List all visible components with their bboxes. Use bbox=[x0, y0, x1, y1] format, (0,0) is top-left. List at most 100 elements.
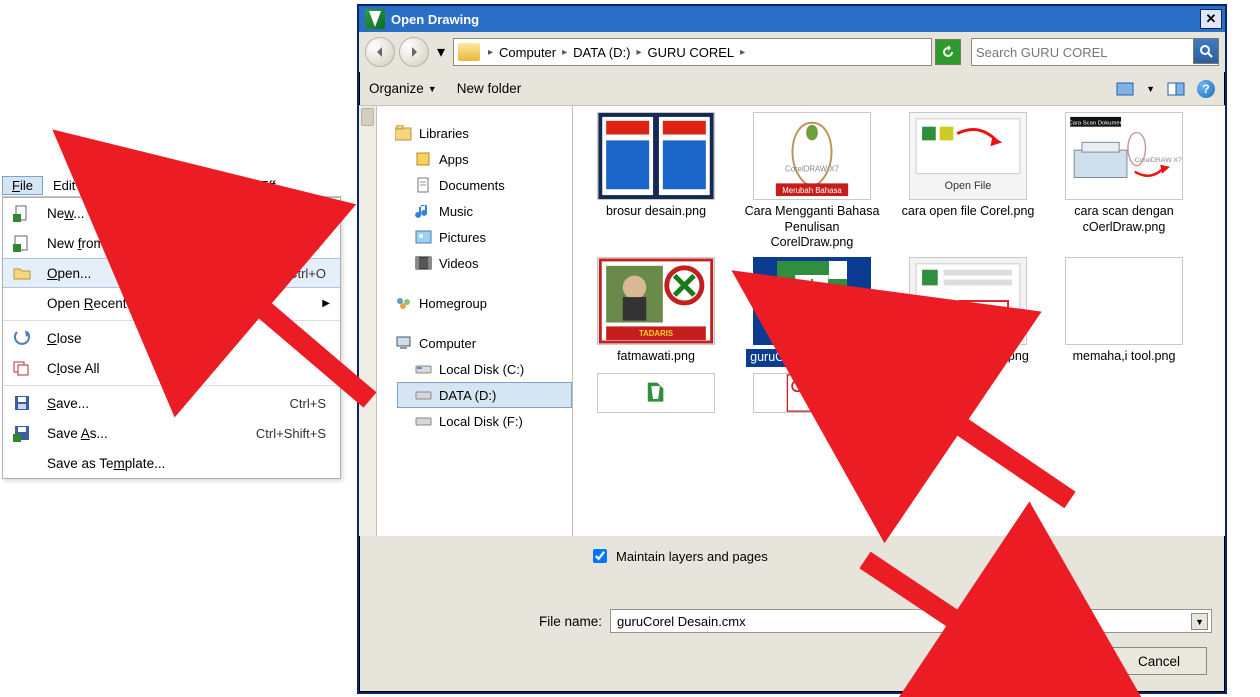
dialog-close-button[interactable]: ✕ bbox=[1200, 9, 1222, 29]
file-name: fatmawati.png bbox=[617, 349, 695, 365]
nav-toolbar: ▾ ▸ Computer▸ DATA (D:)▸ GURU COREL▸ Sea… bbox=[359, 32, 1225, 72]
close-icon bbox=[13, 329, 31, 347]
maintain-layers-checkbox[interactable]: Maintain layers and pages bbox=[589, 546, 768, 566]
tree-pictures[interactable]: Pictures bbox=[397, 224, 572, 250]
nav-history-dropdown[interactable]: ▾ bbox=[433, 37, 449, 67]
tree-datad[interactable]: DATA (D:) bbox=[397, 382, 572, 408]
cancel-button[interactable]: Cancel bbox=[1111, 647, 1207, 675]
file-list[interactable]: brosur desain.png Merubah BahasaCorelDRAW… bbox=[573, 106, 1225, 536]
svg-text:CorelDRAW X7: CorelDRAW X7 bbox=[785, 165, 839, 174]
folder-tree[interactable]: Libraries Apps Documents Music Pictures … bbox=[377, 106, 573, 536]
menu-new-from-template[interactable]: New from Template... bbox=[3, 228, 340, 258]
menu-edit[interactable]: Edit bbox=[43, 176, 85, 195]
search-icon[interactable] bbox=[1193, 38, 1219, 64]
file-item[interactable]: memaha,i tool.png bbox=[1051, 257, 1197, 367]
maintain-layers-input[interactable] bbox=[593, 549, 607, 563]
refresh-button[interactable] bbox=[935, 39, 961, 65]
organize-button[interactable]: Organize ▼ bbox=[369, 81, 437, 96]
tree-libraries[interactable]: Libraries bbox=[377, 120, 572, 146]
chevron-down-icon: ▼ bbox=[1191, 613, 1208, 630]
save-as-icon bbox=[13, 424, 31, 442]
menu-save-as-template[interactable]: Save as Template... bbox=[3, 448, 340, 478]
tree-apps[interactable]: Apps bbox=[397, 146, 572, 172]
save-icon bbox=[13, 394, 31, 412]
file-thumbnail bbox=[597, 112, 715, 200]
filename-label: File name: bbox=[539, 614, 602, 629]
menu-close-all[interactable]: Close All bbox=[3, 353, 340, 383]
save-template-icon bbox=[13, 454, 31, 472]
menu-save[interactable]: Save...Ctrl+S bbox=[3, 388, 340, 418]
address-breadcrumb[interactable]: ▸ Computer▸ DATA (D:)▸ GURU COREL▸ bbox=[453, 38, 932, 66]
file-name: cara open file Corel.png bbox=[902, 204, 1035, 220]
tree-homegroup[interactable]: Homegroup bbox=[377, 290, 572, 316]
menubar: File Edit View Layout Object Eff bbox=[2, 175, 342, 197]
file-item[interactable]: Merubah BahasaCorelDRAW X7Cara Mengganti… bbox=[739, 112, 885, 251]
new-doc-icon bbox=[13, 204, 31, 222]
filename-input[interactable] bbox=[610, 609, 966, 633]
menu-open-recent[interactable]: Open Recent▶ bbox=[3, 288, 340, 318]
file-item[interactable]: guruCorel Desain.cmx bbox=[739, 257, 885, 367]
dialog-titlebar[interactable]: Open Drawing ✕ bbox=[359, 6, 1225, 32]
file-item[interactable]: Cara Scan DokumenCorelDRAW X7 cara scan d… bbox=[1051, 112, 1197, 251]
file-item[interactable]: Open File cara open file Corel.png bbox=[895, 112, 1041, 251]
preview-pane-button[interactable] bbox=[1165, 79, 1187, 99]
search-placeholder: Search GURU COREL bbox=[976, 45, 1107, 60]
file-item[interactable]: TADARIS fatmawati.png bbox=[583, 257, 729, 367]
menu-close[interactable]: Close bbox=[3, 323, 340, 353]
menu-effects[interactable]: Eff bbox=[250, 176, 286, 195]
tree-music[interactable]: Music bbox=[397, 198, 572, 224]
close-all-icon bbox=[13, 359, 31, 377]
svg-text:Open File: Open File bbox=[945, 180, 992, 192]
file-dropdown-menu: New...Ctrl+N New from Template... Open..… bbox=[2, 197, 341, 479]
menu-file[interactable]: File bbox=[2, 176, 43, 195]
crumb-computer[interactable]: Computer bbox=[495, 45, 560, 60]
menu-view[interactable]: View bbox=[85, 176, 133, 195]
tree-localc[interactable]: Local Disk (C:) bbox=[397, 356, 572, 382]
menu-open[interactable]: Open...Ctrl+O bbox=[3, 258, 340, 288]
file-thumbnail: Merubah BahasaCorelDRAW X7 bbox=[753, 112, 871, 200]
coreldraw-app-icon bbox=[365, 9, 385, 29]
tree-computer[interactable]: Computer bbox=[377, 330, 572, 356]
search-input[interactable]: Search GURU COREL bbox=[971, 38, 1219, 66]
tree-scrollbar[interactable] bbox=[359, 106, 377, 536]
crumb-drive[interactable]: DATA (D:) bbox=[569, 45, 634, 60]
file-item[interactable] bbox=[583, 373, 729, 417]
crumb-folder[interactable]: GURU COREL bbox=[643, 45, 738, 60]
menu-save-as[interactable]: Save As...Ctrl+Shift+S bbox=[3, 418, 340, 448]
help-button[interactable]: ? bbox=[1197, 80, 1215, 98]
menu-object[interactable]: Object bbox=[192, 176, 250, 195]
file-item[interactable]: brosur desain.png bbox=[583, 112, 729, 251]
file-thumbnail: Cara Scan DokumenCorelDRAW X7 bbox=[1065, 112, 1183, 200]
menu-layout[interactable]: Layout bbox=[133, 176, 192, 195]
file-thumbnail bbox=[753, 257, 871, 345]
open-drawing-dialog: Open Drawing ✕ ▾ ▸ Computer▸ DATA (D:)▸ … bbox=[357, 4, 1227, 694]
svg-text:Cara Scan Dokumen: Cara Scan Dokumen bbox=[1068, 121, 1122, 127]
tree-videos[interactable]: Videos bbox=[397, 250, 572, 276]
file-thumbnail bbox=[909, 257, 1027, 345]
svg-text:TADARIS: TADARIS bbox=[639, 329, 673, 338]
file-name: brosur desain.png bbox=[606, 204, 706, 220]
open-button[interactable]: Open bbox=[1005, 647, 1101, 675]
view-mode-button[interactable] bbox=[1114, 79, 1136, 99]
menu-separator bbox=[3, 385, 340, 386]
nav-back-button[interactable] bbox=[365, 37, 395, 67]
file-thumbnail bbox=[597, 373, 715, 413]
file-name: guruCorel Desain.cmx bbox=[746, 349, 878, 367]
view-dropdown-icon[interactable]: ▼ bbox=[1146, 84, 1155, 94]
dialog-bottom: File name: All File Formats (*.*) ▼ Open… bbox=[359, 597, 1225, 692]
file-name: cara scan dengan cOerlDraw.png bbox=[1054, 204, 1194, 235]
new-folder-button[interactable]: New folder bbox=[457, 81, 522, 96]
tree-localf[interactable]: Local Disk (F:) bbox=[397, 408, 572, 434]
file-item[interactable]: guruCorel Desain.png bbox=[895, 257, 1041, 367]
file-name: guruCorel Desain.png bbox=[907, 349, 1029, 365]
dialog-body: Libraries Apps Documents Music Pictures … bbox=[359, 106, 1225, 536]
folder-icon bbox=[458, 43, 480, 61]
file-thumbnail bbox=[753, 373, 871, 413]
file-item[interactable] bbox=[739, 373, 885, 417]
menu-new[interactable]: New...Ctrl+N bbox=[3, 198, 340, 228]
tree-documents[interactable]: Documents bbox=[397, 172, 572, 198]
template-icon bbox=[13, 234, 31, 252]
file-thumbnail: TADARIS bbox=[597, 257, 715, 345]
nav-forward-button[interactable] bbox=[399, 37, 429, 67]
filetype-select[interactable]: All File Formats (*.*) ▼ bbox=[974, 609, 1212, 633]
